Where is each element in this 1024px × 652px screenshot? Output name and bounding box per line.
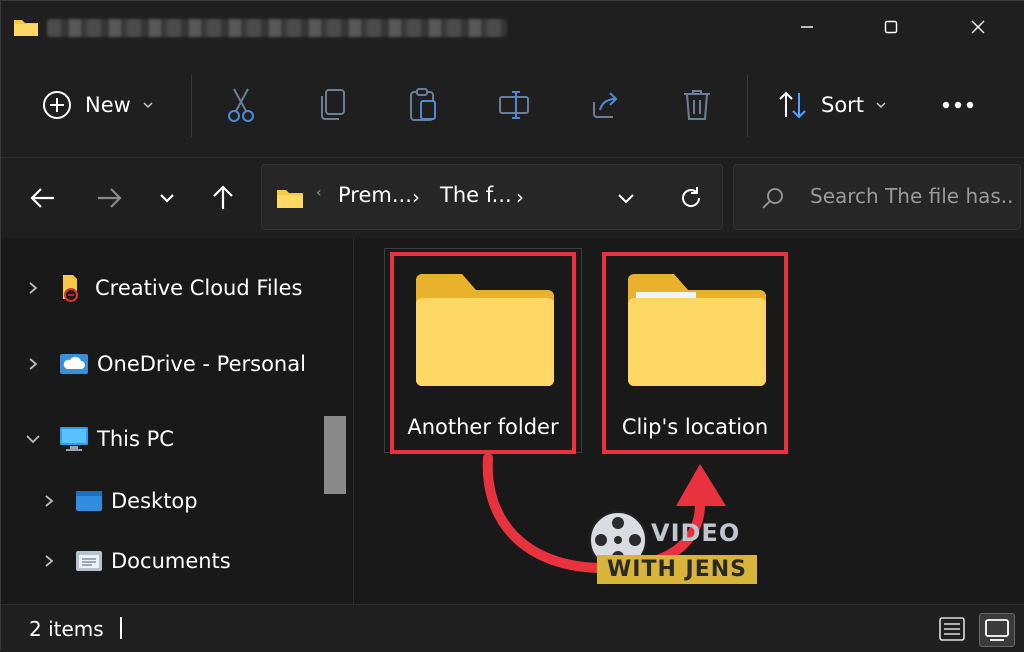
search-icon <box>762 188 783 209</box>
sidebar-item-label: Creative Cloud Files <box>95 276 303 300</box>
close-icon <box>971 20 985 34</box>
folder-icon <box>416 274 554 386</box>
breadcrumb-item-2[interactable]: The f... <box>440 183 512 207</box>
command-bar: New Sort <box>1 53 1024 158</box>
toolbar-separator <box>747 75 748 137</box>
sidebar-item-onedrive[interactable]: OneDrive - Personal <box>23 344 306 384</box>
status-divider <box>120 617 122 639</box>
chevron-down-icon <box>618 194 634 204</box>
chevron-down-icon[interactable] <box>23 429 43 449</box>
watermark-line-1: VIDEO <box>651 519 741 547</box>
minimize-button[interactable] <box>787 9 827 45</box>
file-list: Another folder Clip's location VIDEO WIT… <box>354 238 1024 604</box>
breadcrumb-item-1[interactable]: Prem... <box>338 183 412 207</box>
folder-item[interactable]: Clip's location <box>602 252 788 454</box>
sidebar-item-this-pc[interactable]: This PC <box>23 419 174 459</box>
documents-folder-icon <box>76 551 102 571</box>
paste-button[interactable] <box>408 83 438 127</box>
plus-circle-icon <box>43 91 71 119</box>
sidebar-item-label: This PC <box>97 427 174 451</box>
sidebar-item-label: Desktop <box>111 489 198 513</box>
refresh-button[interactable] <box>676 183 706 213</box>
sort-button-label: Sort <box>821 93 865 117</box>
sidebar-item-creative-cloud[interactable]: Creative Cloud Files <box>23 268 302 308</box>
address-history-button[interactable] <box>612 185 640 211</box>
sidebar-item-label: Documents <box>111 549 231 573</box>
item-count: 2 items <box>29 617 104 641</box>
delete-button[interactable] <box>682 83 712 127</box>
breadcrumb-separator-icon: › <box>516 185 524 209</box>
share-button[interactable] <box>590 83 622 127</box>
rename-button[interactable] <box>498 83 532 127</box>
file-explorer-window: New Sort ‹ Prem... › The f... › Search T… <box>0 0 1024 652</box>
status-bar: 2 items <box>1 604 1024 652</box>
folder-item[interactable]: Another folder <box>390 252 576 454</box>
sidebar-item-documents[interactable]: Documents <box>39 541 231 581</box>
large-icons-view-button[interactable] <box>979 613 1015 647</box>
new-button-label: New <box>85 93 131 117</box>
minimize-icon <box>801 26 813 28</box>
breadcrumb-separator-icon: › <box>412 185 420 209</box>
navigation-bar: ‹ Prem... › The f... › Search The file h… <box>1 158 1024 238</box>
desktop-folder-icon <box>76 491 102 511</box>
chevron-down-icon <box>143 102 153 109</box>
watermark-logo: VIDEO WITH JENS <box>583 505 763 597</box>
refresh-icon <box>682 187 701 207</box>
arrow-right-icon <box>98 188 122 208</box>
details-view-button[interactable] <box>935 613 969 645</box>
cut-button[interactable] <box>225 83 257 127</box>
chevron-right-icon[interactable] <box>39 551 59 571</box>
back-button[interactable] <box>21 176 65 220</box>
copy-icon <box>321 89 345 120</box>
recent-locations-button[interactable] <box>145 176 189 220</box>
folder-name: Clip's location <box>621 415 769 439</box>
watermark-line-2: WITH JENS <box>597 555 758 584</box>
forward-button[interactable] <box>87 176 131 220</box>
breadcrumb-overflow-icon[interactable]: ‹ <box>316 185 322 201</box>
share-icon <box>593 92 618 118</box>
chevron-right-icon[interactable] <box>39 491 59 511</box>
creative-cloud-folder-icon <box>63 275 78 302</box>
folder-icon <box>277 190 303 208</box>
copy-button[interactable] <box>318 83 348 127</box>
chevron-down-icon <box>160 194 174 203</box>
window-title-obscured <box>47 19 507 37</box>
address-bar[interactable]: ‹ Prem... › The f... › <box>261 164 723 230</box>
pc-icon <box>60 427 88 451</box>
close-button[interactable] <box>958 9 998 45</box>
arrow-left-icon <box>30 188 54 208</box>
sidebar-scrollbar-thumb[interactable] <box>324 416 346 494</box>
rename-icon <box>499 91 529 119</box>
cut-icon <box>228 88 254 122</box>
up-button[interactable] <box>201 176 245 220</box>
details-view-icon <box>939 617 965 641</box>
large-icons-view-icon <box>985 619 1009 641</box>
sidebar-item-desktop[interactable]: Desktop <box>39 481 198 521</box>
more-options-button[interactable] <box>941 83 975 127</box>
maximize-icon <box>884 20 898 34</box>
maximize-button[interactable] <box>871 9 911 45</box>
search-input[interactable]: Search The file has... <box>810 184 1015 208</box>
sidebar-item-label: OneDrive - Personal <box>97 352 306 376</box>
chevron-right-icon[interactable] <box>23 278 43 298</box>
title-bar <box>1 1 1024 53</box>
folder-icon <box>14 20 38 36</box>
toolbar-separator <box>191 75 192 137</box>
new-button[interactable]: New <box>41 83 155 127</box>
chevron-down-icon <box>876 102 886 109</box>
sort-icon <box>779 91 806 119</box>
navigation-pane: Creative Cloud Files OneDrive - Personal <box>1 238 354 604</box>
more-icon <box>942 101 974 109</box>
delete-icon <box>684 90 710 120</box>
paste-icon <box>410 88 436 121</box>
onedrive-icon <box>60 354 88 374</box>
arrow-up-icon <box>213 185 233 209</box>
chevron-right-icon[interactable] <box>23 354 43 374</box>
search-box[interactable]: Search The file has... <box>733 164 1021 230</box>
folder-name: Another folder <box>407 415 559 439</box>
sort-button[interactable]: Sort <box>777 83 888 127</box>
folder-icon <box>628 274 766 386</box>
